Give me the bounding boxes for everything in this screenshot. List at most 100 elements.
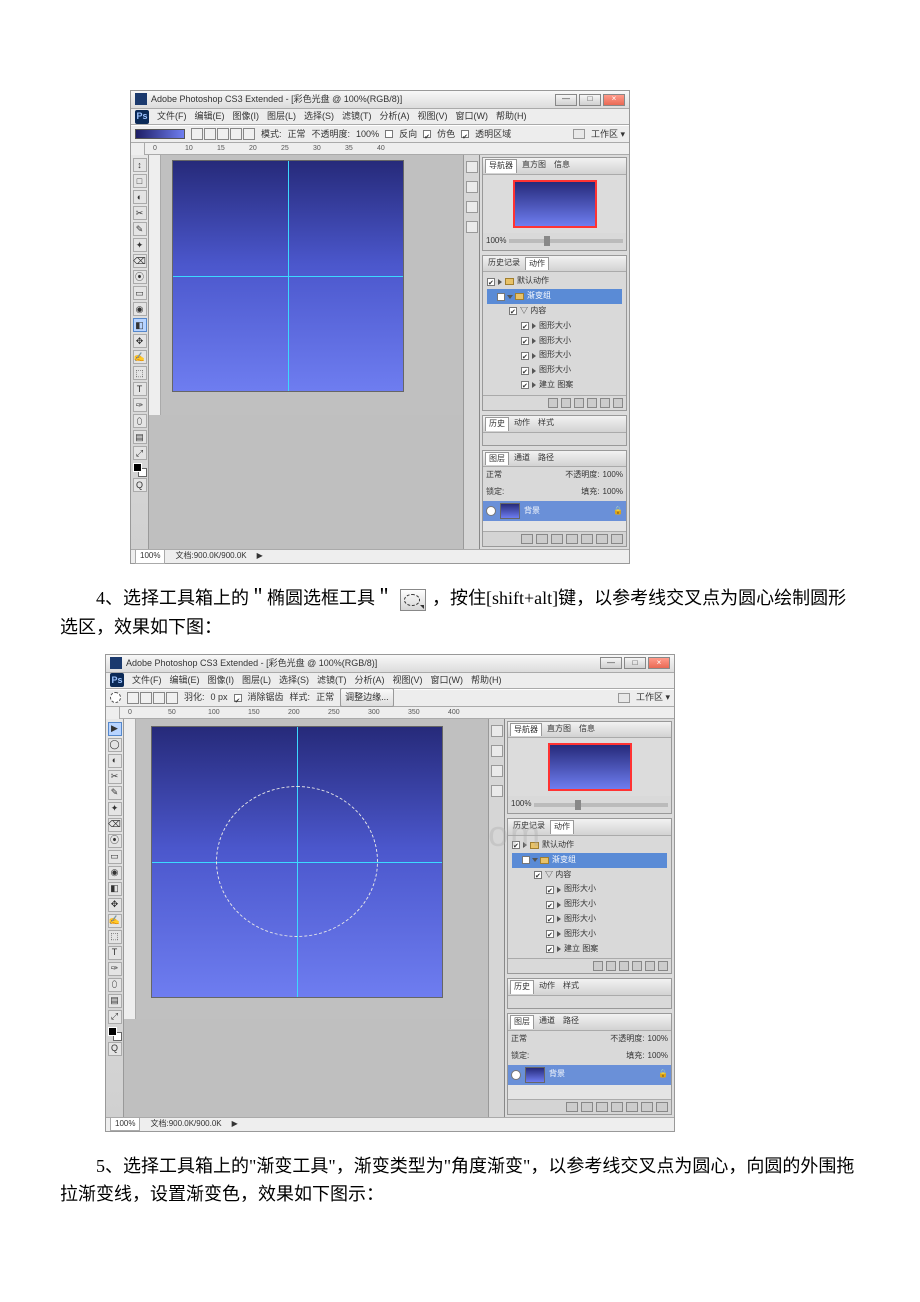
selection-new-icon[interactable] xyxy=(127,692,139,704)
action-check[interactable] xyxy=(487,278,495,286)
tab-history2[interactable]: 历史 xyxy=(510,980,534,994)
crop-tool-icon[interactable]: ✂ xyxy=(133,206,147,220)
fx-icon[interactable] xyxy=(536,534,548,544)
move-tool-icon[interactable]: ▶ xyxy=(108,722,122,736)
dodge-tool-icon[interactable]: ✍ xyxy=(108,914,122,928)
stop-icon[interactable] xyxy=(593,961,603,971)
new-action-icon[interactable] xyxy=(645,961,655,971)
selection-intersect-icon[interactable] xyxy=(166,692,178,704)
navigator-thumbnail[interactable] xyxy=(515,182,595,226)
action-check[interactable] xyxy=(521,337,529,345)
path-tool-icon[interactable]: ✑ xyxy=(108,962,122,976)
record-icon[interactable] xyxy=(561,398,571,408)
maximize-button[interactable]: □ xyxy=(624,657,646,669)
new-action-icon[interactable] xyxy=(600,398,610,408)
menu-analysis[interactable]: 分析(A) xyxy=(380,109,410,123)
tab-channels[interactable]: 通道 xyxy=(511,452,533,466)
expand-icon[interactable] xyxy=(532,353,536,359)
action-set[interactable]: 默认动作 xyxy=(542,839,574,852)
blur-tool-icon[interactable]: ✥ xyxy=(108,898,122,912)
new-set-icon[interactable] xyxy=(587,398,597,408)
color-swatches[interactable] xyxy=(133,463,147,477)
dodge-tool-icon[interactable]: ✍ xyxy=(133,350,147,364)
new-layer-icon[interactable] xyxy=(641,1102,653,1112)
action-item[interactable]: 图形大小 xyxy=(539,349,571,362)
action-check[interactable] xyxy=(546,930,554,938)
brush-tool-icon[interactable]: ⌫ xyxy=(108,818,122,832)
bridge-icon[interactable] xyxy=(573,129,585,139)
tab-actions[interactable]: 动作 xyxy=(550,820,574,834)
gradient-tool-icon[interactable]: ◧ xyxy=(133,318,147,332)
selection-add-icon[interactable] xyxy=(140,692,152,704)
tab-layers[interactable]: 图层 xyxy=(510,1015,534,1029)
action-set[interactable]: 默认动作 xyxy=(517,275,549,288)
link-icon[interactable] xyxy=(566,1102,578,1112)
workspace-selector[interactable]: 工作区 ▾ xyxy=(591,127,625,141)
mode-value[interactable]: 正常 xyxy=(288,127,306,141)
status-arrow-icon[interactable]: ▶ xyxy=(232,1118,238,1131)
dither-checkbox[interactable] xyxy=(423,130,431,138)
expand-icon[interactable] xyxy=(557,902,561,908)
foreground-color-icon[interactable] xyxy=(108,1027,117,1036)
action-check[interactable] xyxy=(521,322,529,330)
healing-tool-icon[interactable]: ✦ xyxy=(133,238,147,252)
menu-view[interactable]: 视图(V) xyxy=(418,109,448,123)
action-item[interactable]: 图形大小 xyxy=(564,883,596,896)
tab-info[interactable]: 信息 xyxy=(551,159,573,173)
eraser-tool-icon[interactable]: ◉ xyxy=(133,302,147,316)
dock-icon[interactable] xyxy=(491,785,503,797)
action-item[interactable]: 图形大小 xyxy=(539,320,571,333)
blur-tool-icon[interactable]: ✥ xyxy=(133,334,147,348)
action-check[interactable] xyxy=(522,856,530,864)
zoom-field[interactable]: 100% xyxy=(135,549,165,564)
play-icon[interactable] xyxy=(574,398,584,408)
zoom-value[interactable]: 100% xyxy=(486,235,506,248)
menu-view[interactable]: 视图(V) xyxy=(393,673,423,687)
lasso-tool-icon[interactable]: ◐ xyxy=(133,190,147,204)
maximize-button[interactable]: □ xyxy=(579,94,601,106)
tab-channels[interactable]: 通道 xyxy=(536,1015,558,1029)
pen-tool-icon[interactable]: ⬚ xyxy=(133,366,147,380)
opacity-value[interactable]: 100% xyxy=(603,469,623,482)
navigator-thumbnail[interactable] xyxy=(550,745,630,789)
foreground-color-icon[interactable] xyxy=(133,463,142,472)
mask-icon[interactable] xyxy=(551,534,563,544)
dock-icon[interactable] xyxy=(491,725,503,737)
action-item[interactable]: 建立 图案 xyxy=(564,943,598,956)
linear-gradient-icon[interactable] xyxy=(191,128,203,140)
action-item[interactable]: 图形大小 xyxy=(539,364,571,377)
tab-layers[interactable]: 图层 xyxy=(485,452,509,466)
minimize-button[interactable]: — xyxy=(555,94,577,106)
minimize-button[interactable]: — xyxy=(600,657,622,669)
close-button[interactable]: × xyxy=(603,94,625,106)
visibility-icon[interactable] xyxy=(486,506,496,516)
action-item[interactable]: 图形大小 xyxy=(564,898,596,911)
dock-icon[interactable] xyxy=(466,201,478,213)
dock-icon[interactable] xyxy=(491,765,503,777)
action-check[interactable] xyxy=(546,901,554,909)
eyedropper-tool-icon[interactable]: ✎ xyxy=(133,222,147,236)
action-check[interactable] xyxy=(546,915,554,923)
action-group[interactable]: 渐变组 xyxy=(527,290,551,303)
menu-image[interactable]: 图像(I) xyxy=(208,673,235,687)
dock-icon[interactable] xyxy=(491,745,503,757)
layer-row[interactable]: 背景 🔒 xyxy=(508,1065,671,1085)
transparency-checkbox[interactable] xyxy=(461,130,469,138)
action-check[interactable] xyxy=(497,293,505,301)
new-layer-icon[interactable] xyxy=(596,534,608,544)
trash-icon[interactable] xyxy=(613,398,623,408)
dock-icon[interactable] xyxy=(466,221,478,233)
path-tool-icon[interactable]: ✑ xyxy=(133,398,147,412)
action-check[interactable] xyxy=(546,886,554,894)
quickmask-icon[interactable]: Q xyxy=(133,478,147,492)
action-open[interactable]: ▽ 内容 xyxy=(545,869,571,882)
expand-icon[interactable] xyxy=(532,338,536,344)
healing-tool-icon[interactable]: ✦ xyxy=(108,802,122,816)
tab-histogram[interactable]: 直方图 xyxy=(544,723,574,737)
layer-row[interactable]: 背景 🔒 xyxy=(483,501,626,521)
action-item[interactable]: 图形大小 xyxy=(539,335,571,348)
menu-select[interactable]: 选择(S) xyxy=(279,673,309,687)
dock-icon[interactable] xyxy=(466,181,478,193)
trash-icon[interactable] xyxy=(658,961,668,971)
workspace-selector[interactable]: 工作区 ▾ xyxy=(636,690,670,704)
